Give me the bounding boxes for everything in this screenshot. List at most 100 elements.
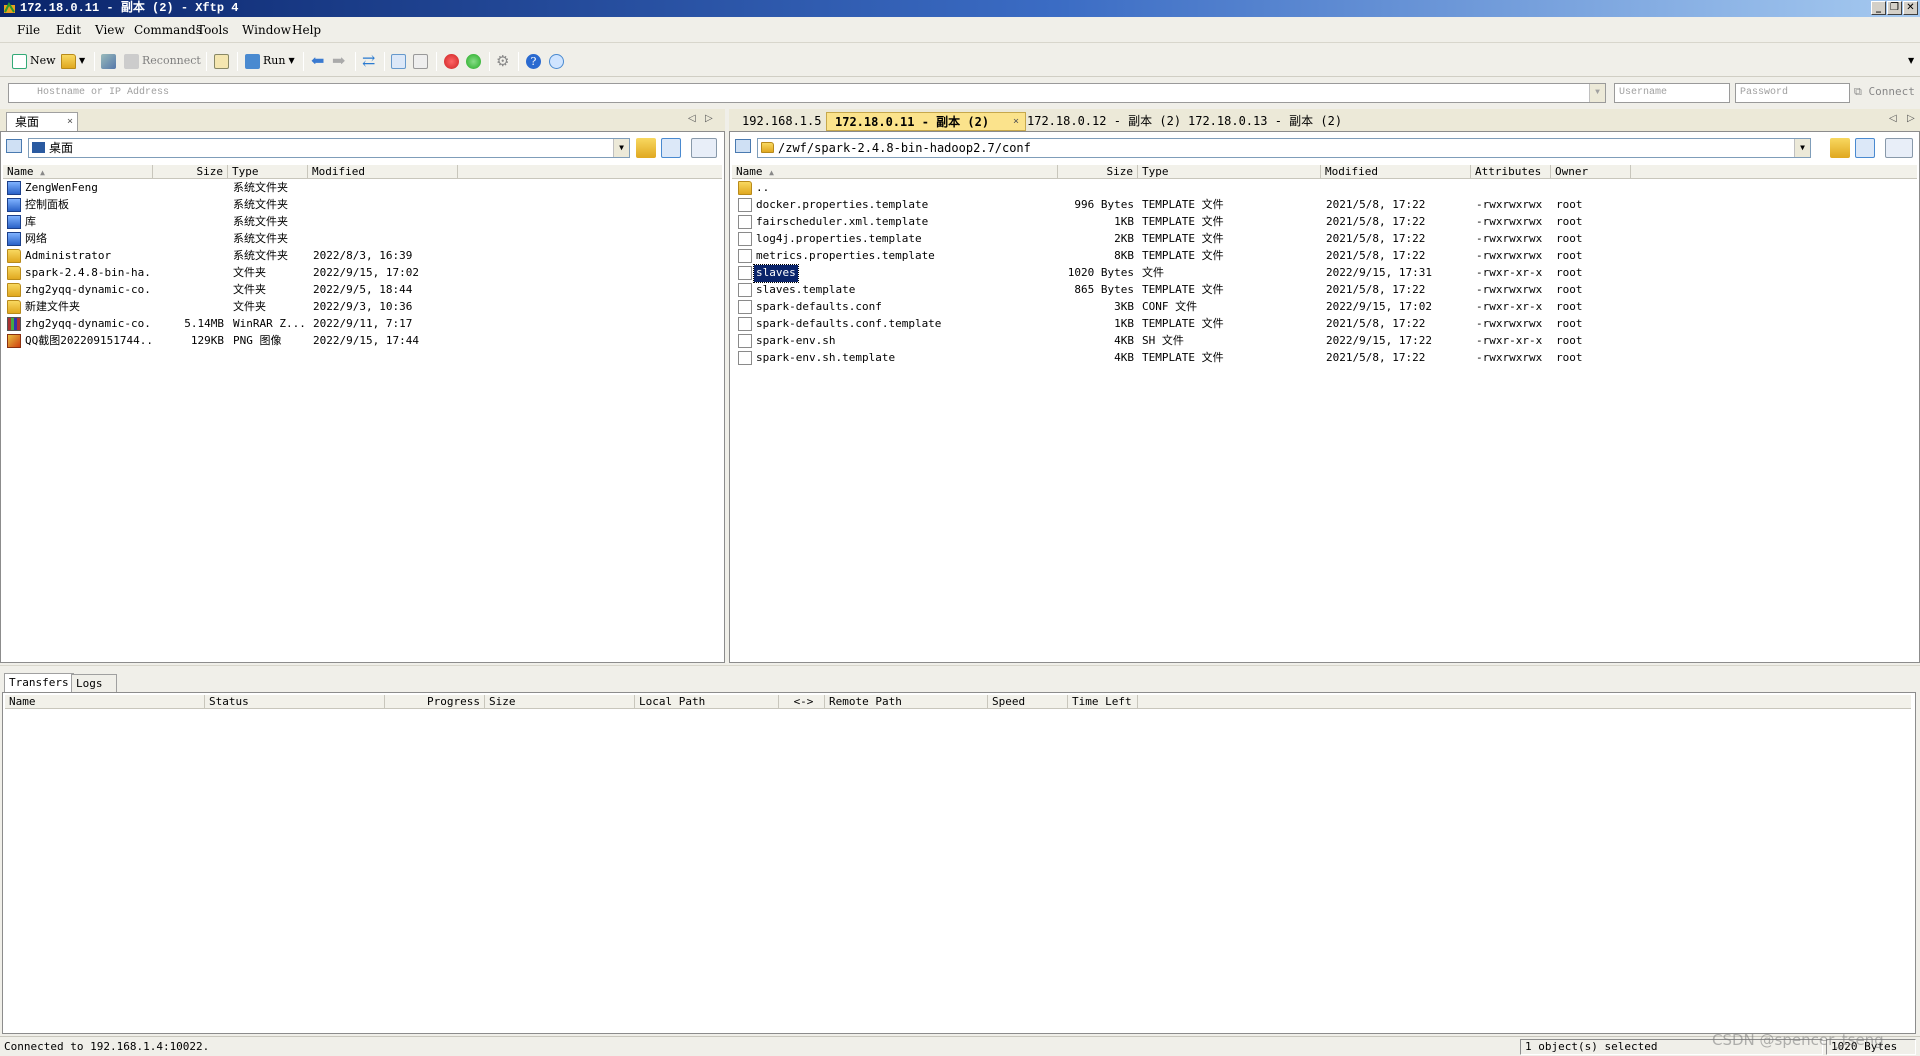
forward-arrow-icon[interactable]: ➡ — [332, 53, 345, 69]
remote-file-row[interactable]: slaves 1020 Bytes 文件 2022/9/15, 17:31 -rwxr-… — [732, 264, 1917, 283]
transfer-col-size[interactable]: Size — [485, 695, 635, 709]
username-input[interactable]: Username — [1614, 83, 1730, 103]
local-file-row[interactable]: zhg2yqq-dynamic-co... 5.14MB WinRAR Z... 20… — [3, 316, 722, 333]
paste-button[interactable] — [413, 53, 428, 69]
local-file-row[interactable]: spark-2.4.8-bin-ha... 文件夹 2022/9/15, 17:02 — [3, 265, 722, 282]
horizontal-splitter[interactable] — [0, 665, 1920, 673]
remote-file-row[interactable]: .. — [732, 180, 1917, 197]
local-file-row[interactable]: zhg2yqq-dynamic-co... 文件夹 2022/9/5, 18:44 — [3, 282, 722, 299]
connect-button[interactable]: ⧉ Connect — [1854, 85, 1915, 99]
local-file-row[interactable]: 库 系统文件夹 — [3, 214, 722, 231]
restore-button[interactable]: ❐ — [1887, 1, 1902, 15]
local-file-row[interactable]: 控制面板 系统文件夹 — [3, 197, 722, 214]
local-file-row[interactable]: QQ截图202209151744... 129KB PNG 图像 2022/9/15,… — [3, 333, 722, 350]
remote-tab-1[interactable]: 192.168.1.5 — [734, 112, 829, 131]
remote-view-toggle-icon[interactable] — [735, 139, 751, 153]
reconnect-button[interactable]: Reconnect — [124, 53, 201, 69]
file-icon — [738, 266, 752, 280]
remote-col-type[interactable]: Type — [1138, 165, 1321, 179]
local-tab-left-arrow-icon[interactable]: ◁ — [688, 113, 696, 124]
menu-file[interactable]: File — [17, 23, 40, 37]
copy-button[interactable] — [391, 53, 406, 69]
properties-button[interactable] — [214, 53, 229, 69]
gear-icon[interactable]: ⚙ — [496, 53, 509, 69]
back-arrow-icon[interactable]: ⬅ — [311, 53, 324, 69]
local-file-row[interactable]: 网络 系统文件夹 — [3, 231, 722, 248]
local-col-size[interactable]: Size — [153, 165, 228, 179]
remote-tab-left-arrow-icon[interactable]: ◁ — [1889, 113, 1897, 124]
remote-file-row[interactable]: docker.properties.template 996 Bytes TEMPL… — [732, 197, 1917, 214]
remote-col-owner[interactable]: Owner — [1551, 165, 1631, 179]
local-file-row[interactable]: Administrator 系统文件夹 2022/8/3, 16:39 — [3, 248, 722, 265]
remote-file-row[interactable]: spark-env.sh.template 4KB TEMPLATE 文件 2021/… — [732, 350, 1917, 367]
local-col-name[interactable]: Name ▲ — [3, 165, 153, 179]
file-modified — [313, 180, 453, 197]
local-tab-desktop[interactable]: 桌面 × — [6, 112, 78, 131]
menu-window[interactable]: Window — [242, 23, 291, 37]
connect-link-button[interactable] — [101, 53, 116, 69]
tab-transfers[interactable]: Transfers — [4, 673, 74, 692]
local-view-menu-icon[interactable] — [691, 138, 717, 158]
minimize-button[interactable]: _ — [1871, 1, 1886, 15]
local-parent-folder-icon[interactable] — [636, 138, 656, 158]
transfer-col-local-path[interactable]: Local Path — [635, 695, 779, 709]
chat-button[interactable] — [549, 53, 564, 69]
refresh-sync-icon[interactable]: ⇄ — [362, 53, 375, 69]
menu-commands[interactable]: Commands — [134, 23, 202, 37]
remote-col-modified[interactable]: Modified — [1321, 165, 1471, 179]
remote-path-dropdown-chevron-icon[interactable]: ▼ — [1794, 139, 1810, 157]
remote-file-row[interactable]: spark-defaults.conf 3KB CONF 文件 2022/9/15, … — [732, 299, 1917, 316]
remote-col-name[interactable]: Name ▲ — [732, 165, 1058, 179]
local-col-type[interactable]: Type — [228, 165, 308, 179]
hostname-dropdown-chevron-icon[interactable]: ▼ — [1589, 84, 1605, 102]
transfer-col-speed[interactable]: Speed — [988, 695, 1068, 709]
remote-col-size[interactable]: Size — [1058, 165, 1138, 179]
close-tab-icon[interactable]: × — [67, 113, 73, 131]
local-refresh-icon[interactable] — [661, 138, 681, 158]
remote-tab-right-arrow-icon[interactable]: ▷ — [1907, 113, 1915, 124]
close-window-button[interactable]: ✕ — [1903, 1, 1918, 15]
local-path-combobox[interactable]: 桌面 ▼ — [28, 138, 630, 158]
local-file-row[interactable]: ZengWenFeng 系统文件夹 — [3, 180, 722, 197]
remote-file-row[interactable]: spark-env.sh 4KB SH 文件 2022/9/15, 17:22 -rwx… — [732, 333, 1917, 350]
remote-tab-4[interactable]: 172.18.0.13 - 副本 (2) — [1180, 112, 1350, 131]
xshell-button[interactable] — [444, 53, 459, 69]
remote-file-row[interactable]: spark-defaults.conf.template 1KB TEMPLATE … — [732, 316, 1917, 333]
menu-edit[interactable]: Edit — [56, 23, 81, 37]
local-col-modified[interactable]: Modified — [308, 165, 458, 179]
password-input[interactable]: Password — [1735, 83, 1850, 103]
local-path-dropdown-chevron-icon[interactable]: ▼ — [613, 139, 629, 157]
transfer-col-status[interactable]: Status — [205, 695, 385, 709]
menu-tools[interactable]: Tools — [197, 23, 229, 37]
remote-tab-label: 172.18.0.12 - 副本 (2) — [1027, 114, 1182, 128]
remote-file-row[interactable]: slaves.template 865 Bytes TEMPLATE 文件 2021/… — [732, 282, 1917, 299]
menu-view[interactable]: View — [95, 23, 125, 37]
remote-file-row[interactable]: log4j.properties.template 2KB TEMPLATE 文件 2… — [732, 231, 1917, 248]
remote-view-menu-icon[interactable] — [1885, 138, 1913, 158]
transfer-col-time-left[interactable]: Time Left — [1068, 695, 1138, 709]
hostname-input[interactable]: Hostname or IP Address ▼ — [8, 83, 1606, 103]
remote-file-row[interactable]: fairscheduler.xml.template 1KB TEMPLATE 文件… — [732, 214, 1917, 231]
remote-tab-2[interactable]: 172.18.0.11 - 副本 (2) × — [826, 112, 1026, 131]
remote-file-row[interactable]: metrics.properties.template 8KB TEMPLATE 文… — [732, 248, 1917, 265]
local-file-row[interactable]: 新建文件夹 文件夹 2022/9/3, 10:36 — [3, 299, 722, 316]
remote-col-attributes[interactable]: Attributes — [1471, 165, 1551, 179]
menu-help[interactable]: Help — [292, 23, 321, 37]
transfer-col-progress[interactable]: Progress — [385, 695, 485, 709]
transfer-button[interactable] — [466, 53, 481, 69]
help-button[interactable]: ? — [526, 53, 541, 69]
transfer-col-remote-path[interactable]: Remote Path — [825, 695, 988, 709]
local-tab-right-arrow-icon[interactable]: ▷ — [705, 113, 713, 124]
remote-tab-3[interactable]: 172.18.0.12 - 副本 (2) — [1019, 112, 1189, 131]
run-button[interactable]: Run ▼ — [245, 53, 295, 69]
open-session-button[interactable]: ▼ — [61, 53, 85, 69]
remote-parent-folder-icon[interactable] — [1830, 138, 1850, 158]
transfer-col-name[interactable]: Name — [5, 695, 205, 709]
local-view-toggle-icon[interactable] — [6, 139, 22, 153]
toolbar-overflow-chevron-icon[interactable]: ▼ — [1908, 53, 1914, 69]
tab-logs[interactable]: Logs — [71, 674, 117, 692]
remote-refresh-icon[interactable] — [1855, 138, 1875, 158]
remote-path-combobox[interactable]: /zwf/spark-2.4.8-bin-hadoop2.7/conf ▼ — [757, 138, 1811, 158]
new-session-button[interactable]: New — [12, 53, 56, 69]
transfer-col-direction[interactable]: <-> — [779, 695, 825, 709]
